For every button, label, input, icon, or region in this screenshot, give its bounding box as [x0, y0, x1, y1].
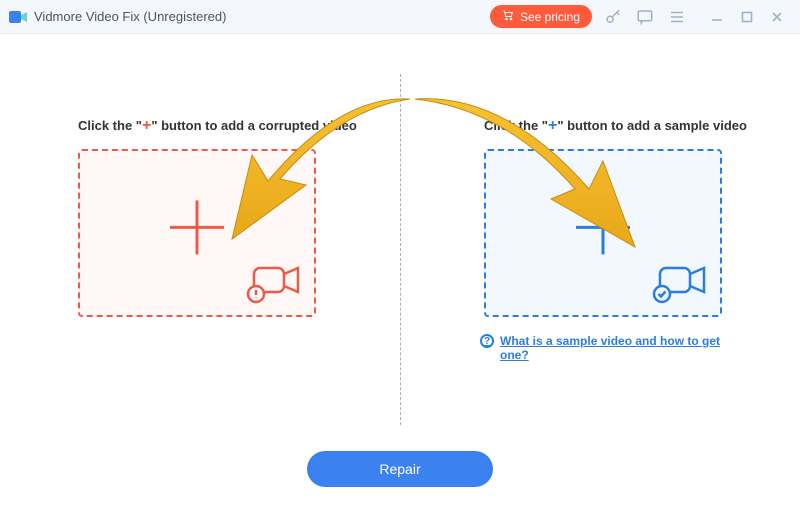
- main-content: Click the "+" button to add a corrupted …: [0, 34, 800, 515]
- menu-icon[interactable]: [662, 8, 692, 26]
- window-title: Vidmore Video Fix (Unregistered): [34, 9, 226, 24]
- window-minimize-button[interactable]: [702, 10, 732, 24]
- plus-blue-icon: +: [548, 117, 557, 134]
- key-icon[interactable]: [598, 8, 628, 26]
- app-window: Vidmore Video Fix (Unregistered) See pri…: [0, 0, 800, 515]
- sample-panel-label: Click the "+" button to add a sample vid…: [484, 117, 747, 135]
- window-maximize-button[interactable]: [732, 10, 762, 24]
- repair-button[interactable]: Repair: [307, 451, 493, 487]
- sample-camera-icon: [652, 260, 710, 309]
- corrupted-video-panel: Click the "+" button to add a corrupted …: [78, 149, 316, 317]
- help-question-icon: ?: [480, 334, 494, 348]
- see-pricing-button[interactable]: See pricing: [490, 5, 592, 28]
- see-pricing-label: See pricing: [520, 10, 580, 24]
- cart-icon: [502, 9, 514, 24]
- titlebar: Vidmore Video Fix (Unregistered) See pri…: [0, 0, 800, 34]
- corrupted-camera-icon: [246, 260, 304, 309]
- help-link-text: What is a sample video and how to get on…: [500, 334, 740, 362]
- chat-icon[interactable]: [630, 8, 660, 26]
- sample-video-panel: Click the "+" button to add a sample vid…: [484, 149, 722, 317]
- add-sample-video-dropzone[interactable]: [484, 149, 722, 317]
- add-sample-plus-icon: [568, 192, 638, 262]
- app-logo-icon: [8, 7, 28, 27]
- add-corrupted-video-dropzone[interactable]: [78, 149, 316, 317]
- add-corrupted-plus-icon: [162, 192, 232, 262]
- window-close-button[interactable]: [762, 10, 792, 24]
- corrupted-panel-label: Click the "+" button to add a corrupted …: [78, 117, 357, 135]
- vertical-divider: [400, 74, 401, 425]
- plus-red-icon: +: [142, 117, 151, 134]
- repair-button-label: Repair: [379, 461, 420, 477]
- sample-video-help-link[interactable]: ? What is a sample video and how to get …: [480, 334, 740, 362]
